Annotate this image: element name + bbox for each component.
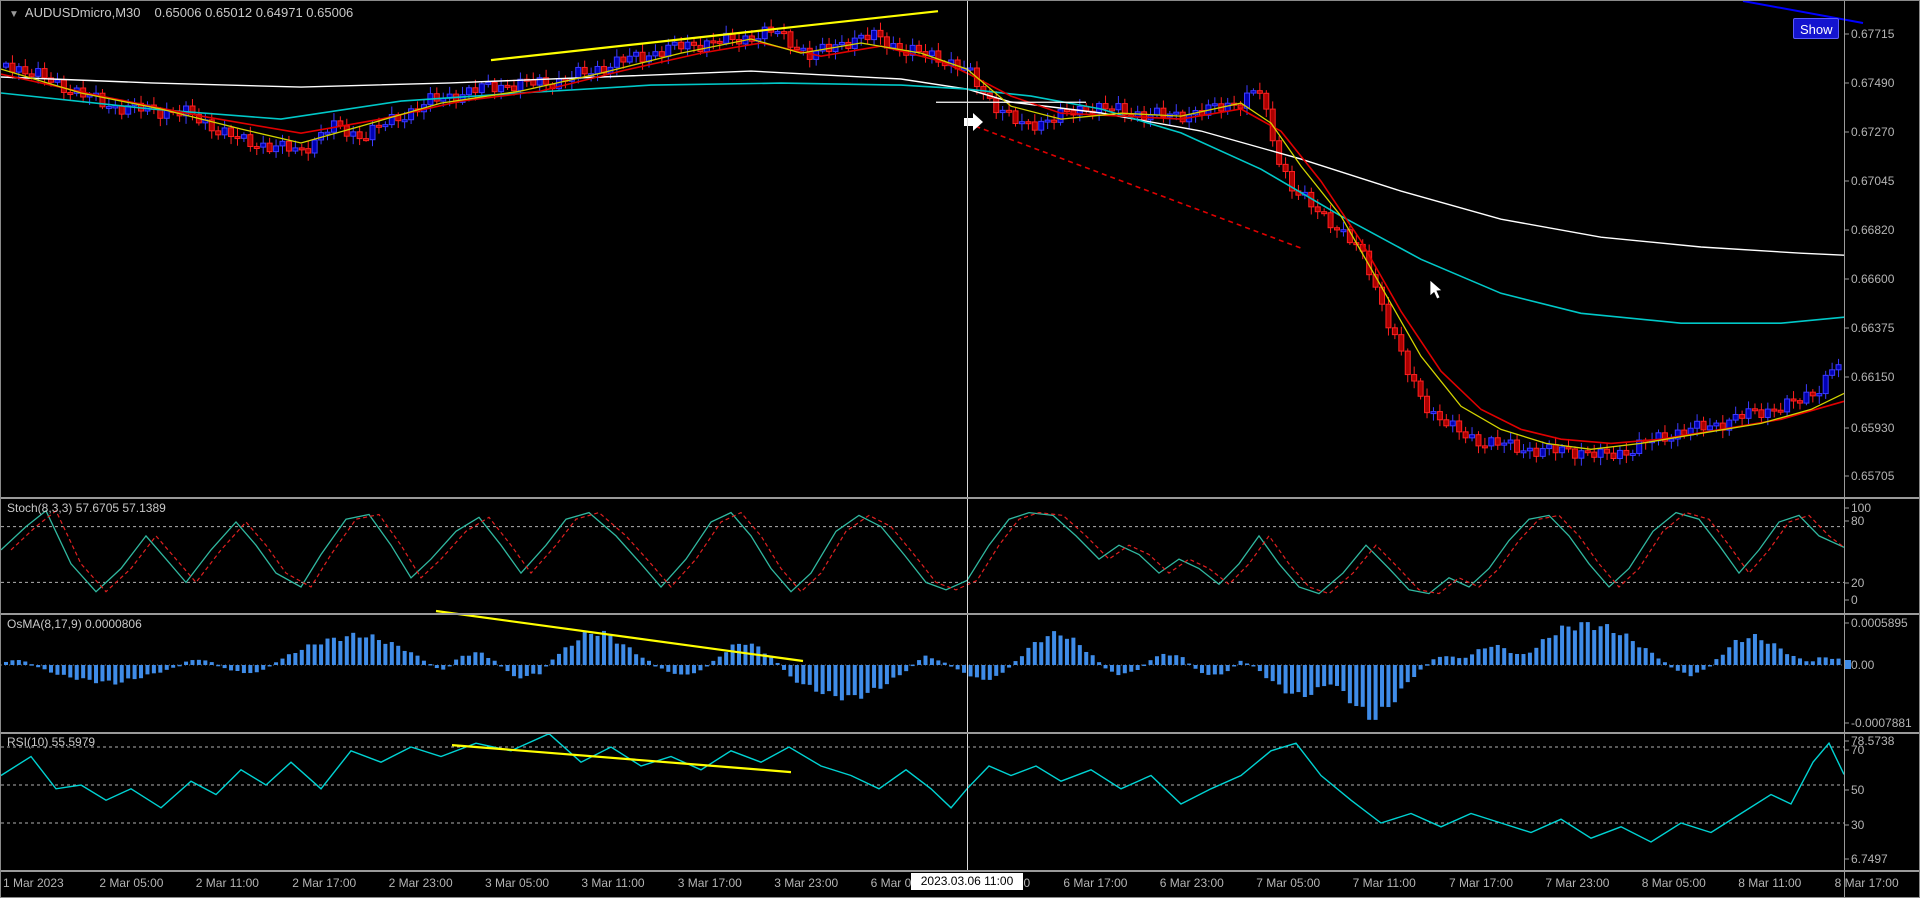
price-axis-border [1844,1,1845,898]
yellow-trendline-rsi[interactable] [452,745,791,772]
stoch-signal-line [11,511,1844,594]
time-axis-label: 7 Mar 23:00 [1545,876,1609,890]
rsi-axis-label: 6.7497 [1851,852,1888,866]
symbol-dropdown-icon[interactable]: ▼ [9,9,19,20]
price-axis-label: 0.66820 [1851,223,1894,237]
rsi-line [1,734,1844,842]
time-axis-label: 2 Mar 23:00 [389,876,453,890]
ma-white-line [1,71,1844,255]
stoch-label: Stoch(8,3,3) 57.6705 57.1389 [7,501,166,515]
chart-canvas[interactable] [1,1,1920,898]
mt4-chart-window: ▼ AUDUSDmicro,M30 0.65006 0.65012 0.64971 … [0,0,1920,898]
osma-axis-label: 0.0005895 [1851,616,1908,630]
time-axis-label: 7 Mar 05:00 [1256,876,1320,890]
osma-histogram [4,622,1841,720]
ma-yellow-line [1,39,1844,449]
price-axis-label: 0.65930 [1851,421,1894,435]
price-axis-label: 0.66600 [1851,272,1894,286]
time-axis-label: 8 Mar 05:00 [1642,876,1706,890]
time-axis-label: 3 Mar 17:00 [678,876,742,890]
price-axis-label: 0.67490 [1851,76,1894,90]
stoch-axis-label: 20 [1851,576,1864,590]
symbol-timeframe: AUDUSDmicro,M30 [25,5,141,20]
pane-separator[interactable] [1,732,1920,734]
pane-separator[interactable] [1,613,1920,615]
time-axis-label: 1 Mar 2023 [3,876,64,890]
time-axis-label: 6 Mar 23:00 [1160,876,1224,890]
price-axis-label: 0.67045 [1851,174,1894,188]
ma-teal-line [1,83,1844,323]
rsi-label: RSI(10) 55.5979 [7,735,95,749]
yellow-trendline-osma[interactable] [436,611,803,661]
vertical-line-object[interactable] [967,1,968,871]
pane-separator[interactable] [1,497,1920,499]
price-axis-label: 0.66375 [1851,321,1894,335]
time-axis-label: 7 Mar 17:00 [1449,876,1513,890]
time-axis-label: 8 Mar 11:00 [1738,876,1801,890]
time-axis-label: 3 Mar 23:00 [774,876,838,890]
time-axis-label: 6 Mar 17:00 [1063,876,1127,890]
chart-title: ▼ AUDUSDmicro,M30 0.65006 0.65012 0.64971 … [9,5,353,20]
yellow-trendline-main [491,11,938,60]
rsi-axis-label: 50 [1851,783,1864,797]
show-button[interactable]: Show [1793,18,1839,39]
price-axis-label: 0.65705 [1851,469,1894,483]
crosshair-time-box: 2023.03.06 11:00 [911,873,1023,890]
time-axis-label: 3 Mar 11:00 [581,876,644,890]
pane-separator [1,870,1920,872]
time-axis-label: 2 Mar 05:00 [99,876,163,890]
ma-red-line [1,43,1844,443]
price-axis-label: 0.67270 [1851,125,1894,139]
osma-axis-label: 0.00 [1851,658,1874,672]
stoch-axis-label: 100 [1851,501,1871,515]
price-axis-label: 0.67715 [1851,27,1894,41]
stoch-axis-label: 0 [1851,593,1858,607]
price-axis-label: 0.66150 [1851,370,1894,384]
time-axis-label: 3 Mar 05:00 [485,876,549,890]
stoch-axis-label: 80 [1851,514,1864,528]
stoch-main-line [1,511,1844,594]
time-axis-label: 8 Mar 17:00 [1835,876,1899,890]
ohlc-values: 0.65006 0.65012 0.64971 0.65006 [154,5,353,20]
osma-label: OsMA(8,17,9) 0.0000806 [7,617,142,631]
osma-axis-label: -0.0007881 [1851,716,1912,730]
rsi-axis-label: 30 [1851,818,1864,832]
moving-averages [1,39,1844,449]
time-axis-label: 2 Mar 17:00 [292,876,356,890]
time-axis-label: 2 Mar 11:00 [196,876,259,890]
mouse-cursor [1430,280,1442,299]
rsi-axis-label: 70 [1851,743,1864,757]
red-dashed-trendline [967,123,1301,248]
time-axis-label: 7 Mar 11:00 [1353,876,1416,890]
